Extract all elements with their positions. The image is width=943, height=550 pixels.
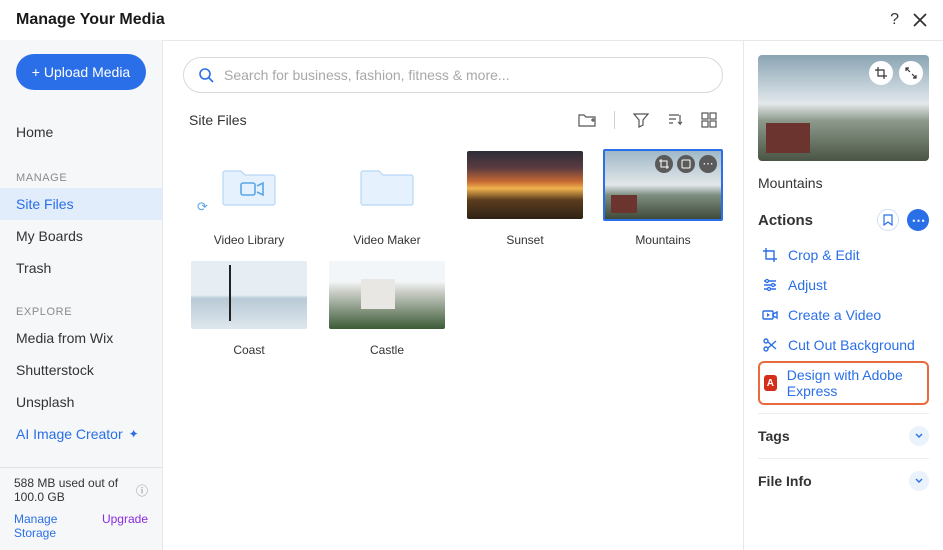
sidebar-item-ai-image-creator[interactable]: AI Image Creator ✦ xyxy=(0,418,162,450)
expand-icon[interactable] xyxy=(899,61,923,85)
action-label: Cut Out Background xyxy=(788,337,915,353)
item-label: Coast xyxy=(233,343,264,357)
item-label: Castle xyxy=(370,343,404,357)
filter-icon[interactable] xyxy=(633,112,649,128)
upload-media-button[interactable]: + Upload Media xyxy=(16,54,146,90)
search-input[interactable] xyxy=(222,66,708,84)
file-name: Mountains xyxy=(758,175,929,191)
crop-edit-icon xyxy=(762,247,778,263)
image-item[interactable]: Coast xyxy=(189,261,309,357)
sidebar-item-media-from-wix[interactable]: Media from Wix xyxy=(0,322,162,354)
item-label: Video Maker xyxy=(353,233,420,247)
video-icon xyxy=(762,307,778,323)
more-chip-icon[interactable]: ⋯ xyxy=(699,155,717,173)
item-label: Mountains xyxy=(635,233,690,247)
image-item-selected[interactable]: ⋯ Mountains xyxy=(603,151,723,247)
action-label: Adjust xyxy=(788,277,827,293)
folder-thumb xyxy=(329,151,445,219)
preview-image xyxy=(758,55,929,161)
page-title: Manage Your Media xyxy=(16,11,165,29)
item-label: Sunset xyxy=(506,233,543,247)
crop-chip-icon[interactable] xyxy=(655,155,673,173)
sidebar-item-unsplash[interactable]: Unsplash xyxy=(0,386,162,418)
add-folder-icon[interactable] xyxy=(578,112,596,128)
adjust-icon xyxy=(762,277,778,293)
action-crop-edit[interactable]: Crop & Edit xyxy=(758,241,929,269)
preview-chip-icon[interactable] xyxy=(677,155,695,173)
crop-icon[interactable] xyxy=(869,61,893,85)
sidebar-item-trash[interactable]: Trash xyxy=(0,252,162,284)
adobe-icon: A xyxy=(764,375,777,391)
accordion-label: File Info xyxy=(758,473,812,489)
search-box[interactable] xyxy=(183,57,723,93)
folder-thumb: ⟳ xyxy=(191,151,307,219)
search-icon xyxy=(198,67,214,83)
action-create-video[interactable]: Create a Video xyxy=(758,301,929,329)
location-label: Site Files xyxy=(189,112,247,128)
help-icon[interactable]: ? xyxy=(890,11,899,29)
view-grid-icon[interactable] xyxy=(701,112,717,128)
manage-storage-link[interactable]: Manage Storage xyxy=(14,512,102,540)
image-thumb: ⋯ xyxy=(603,149,723,221)
sidebar-item-shutterstock[interactable]: Shutterstock xyxy=(0,354,162,386)
image-item[interactable]: Castle xyxy=(327,261,447,357)
item-label: Video Library xyxy=(214,233,285,247)
action-adjust[interactable]: Adjust xyxy=(758,271,929,299)
upgrade-link[interactable]: Upgrade xyxy=(102,512,148,540)
action-label: Design with Adobe Express xyxy=(787,367,923,399)
action-label: Crop & Edit xyxy=(788,247,860,263)
image-thumb xyxy=(467,151,583,219)
accordion-label: Tags xyxy=(758,428,790,444)
close-icon[interactable] xyxy=(913,13,927,27)
sidebar-item-my-boards[interactable]: My Boards xyxy=(0,220,162,252)
share-icon: ⟳ xyxy=(197,199,208,215)
folder-item[interactable]: Video Maker xyxy=(327,151,447,247)
action-adobe-express[interactable]: A Design with Adobe Express xyxy=(758,361,929,405)
accordion-tags[interactable]: Tags xyxy=(758,413,929,458)
details-panel: Mountains Actions ⋯ Crop & Edit xyxy=(743,41,943,550)
image-thumb xyxy=(191,261,307,329)
image-item[interactable]: Sunset xyxy=(465,151,585,247)
sidebar-section-explore: EXPLORE xyxy=(0,296,162,322)
accordion-file-info[interactable]: File Info xyxy=(758,458,929,503)
action-label: Create a Video xyxy=(788,307,881,323)
sparkle-icon: ✦ xyxy=(129,427,139,441)
action-cut-background[interactable]: Cut Out Background xyxy=(758,331,929,359)
storage-text: 588 MB used out of 100.0 GB xyxy=(14,476,132,504)
sidebar-item-label: AI Image Creator xyxy=(16,426,123,442)
sort-icon[interactable] xyxy=(667,112,683,128)
info-icon[interactable]: ⓘ xyxy=(136,482,148,499)
chevron-down-icon xyxy=(909,426,929,446)
image-thumb xyxy=(329,261,445,329)
chevron-down-icon xyxy=(909,471,929,491)
sidebar-home[interactable]: Home xyxy=(0,116,162,148)
scissors-icon xyxy=(762,337,778,353)
sidebar-section-manage: MANAGE xyxy=(0,162,162,188)
sidebar: + Upload Media Home MANAGE Site Files My… xyxy=(0,40,162,550)
sidebar-item-site-files[interactable]: Site Files xyxy=(0,188,162,220)
bookmark-button[interactable] xyxy=(877,209,899,231)
more-actions-button[interactable]: ⋯ xyxy=(907,209,929,231)
storage-row: 588 MB used out of 100.0 GB ⓘ xyxy=(0,468,162,508)
folder-item[interactable]: ⟳ Video Library xyxy=(189,151,309,247)
actions-title: Actions xyxy=(758,212,813,229)
